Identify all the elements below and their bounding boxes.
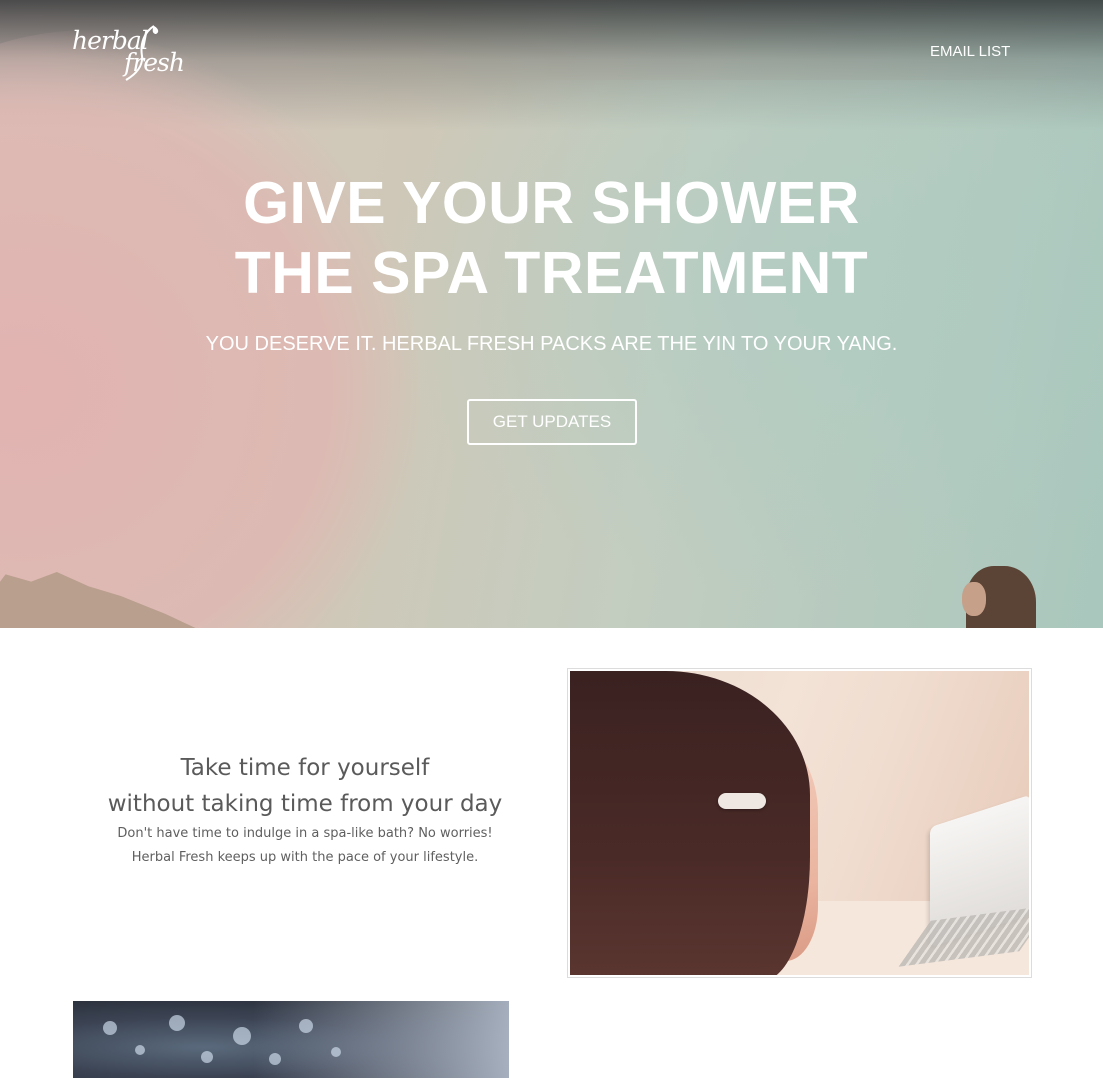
- logo-text-fresh: fresh: [124, 48, 185, 77]
- hero-title-line2: THE SPA TREATMENT: [234, 240, 869, 306]
- bluetooth-headset-illustration: [718, 793, 766, 809]
- hero-section: herbal fresh EMAIL LIST GIVE YOUR SHOWER…: [0, 0, 1103, 628]
- nav-email-list-link[interactable]: EMAIL LIST: [930, 43, 1010, 60]
- hero-background-person: [958, 566, 1038, 628]
- feature-text-block: Take time for yourself without taking ti…: [72, 750, 538, 870]
- hero-title: GIVE YOUR SHOWER THE SPA TREATMENT: [0, 168, 1103, 308]
- second-photo-bokeh: [73, 1001, 509, 1078]
- feature-heading: Take time for yourself without taking ti…: [72, 750, 538, 822]
- feature-body-line2: Herbal Fresh keeps up with the pace of y…: [131, 850, 479, 865]
- brand-logo[interactable]: herbal fresh: [72, 22, 197, 84]
- hero-subtitle: YOU DESERVE IT. HERBAL FRESH PACKS ARE T…: [205, 333, 898, 355]
- feature-body: Don't have time to indulge in a spa-like…: [72, 822, 538, 870]
- feature-heading-line2: without taking time from your day: [107, 791, 503, 817]
- feature-photo-woman-with-headset: [567, 668, 1032, 978]
- feature-body-line1: Don't have time to indulge in a spa-like…: [117, 826, 493, 841]
- feature-heading-line1: Take time for yourself: [180, 755, 430, 781]
- hero-background-blob: [0, 30, 420, 628]
- hero-title-line1: GIVE YOUR SHOWER: [243, 170, 860, 236]
- get-updates-button[interactable]: GET UPDATES: [467, 399, 637, 445]
